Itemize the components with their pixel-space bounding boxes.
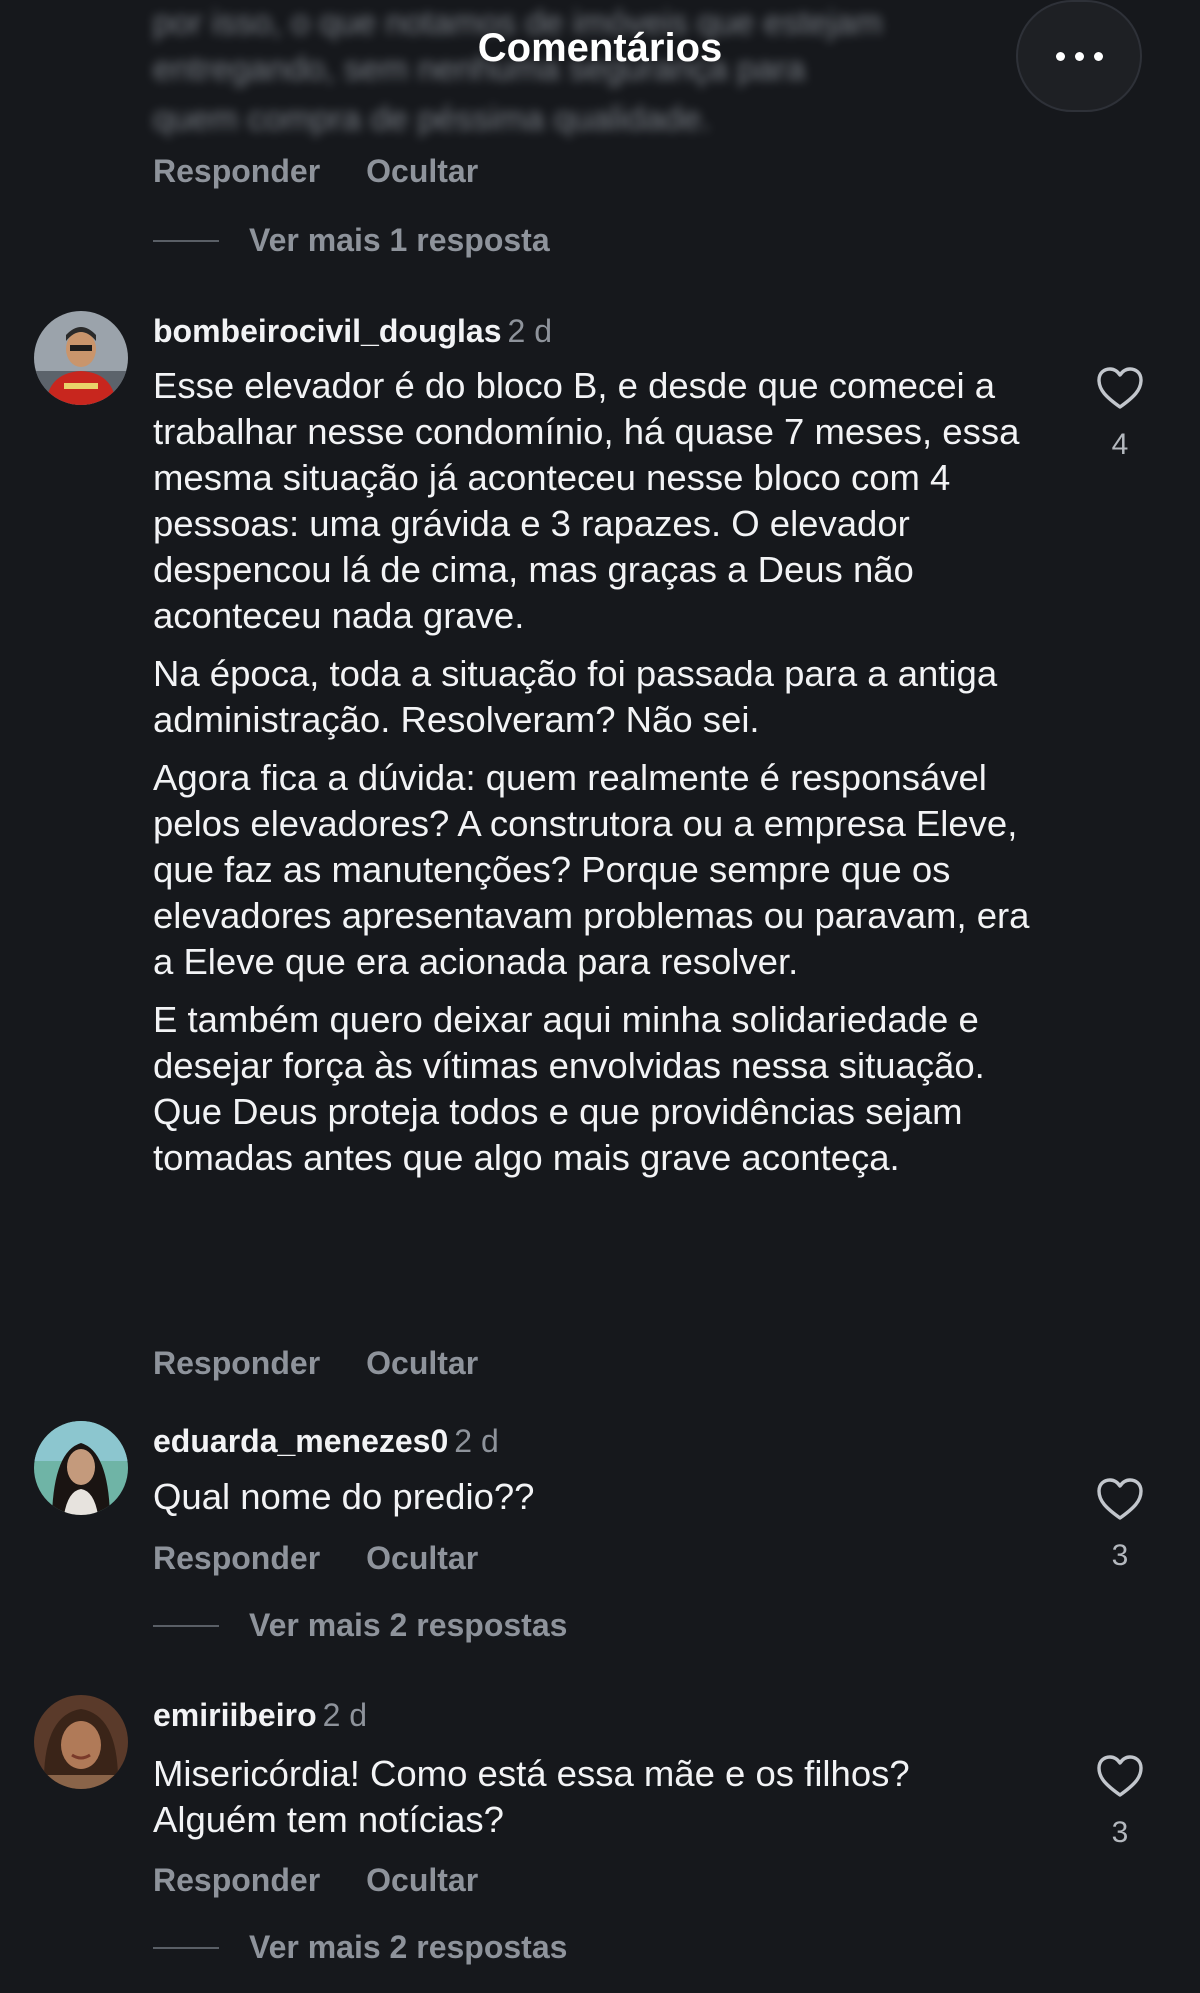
view-replies-button[interactable]: Ver mais 2 respostas [153, 1929, 567, 1966]
heart-icon [1097, 1478, 1143, 1520]
comment-paragraph: Misericórdia! Como está essa mãe e os fi… [153, 1753, 910, 1840]
comment-paragraph: Esse elevador é do bloco B, e desde que … [153, 365, 1020, 636]
heart-icon [1097, 367, 1143, 409]
comment-actions: Responder Ocultar [153, 1862, 524, 1899]
comment-text: Misericórdia! Como está essa mãe e os fi… [153, 1751, 1033, 1855]
comment-text: Esse elevador é do bloco B, e desde que … [153, 363, 1033, 1193]
previous-comment-actions: Responder Ocultar [153, 153, 524, 190]
more-options-button[interactable] [1016, 0, 1142, 112]
hide-button[interactable]: Ocultar [366, 1862, 478, 1898]
hide-button[interactable]: Ocultar [366, 1540, 478, 1576]
comment-header: emiriibeiro 2 d [153, 1697, 367, 1734]
comment-paragraph: Qual nome do predio?? [153, 1476, 535, 1517]
like-button[interactable]: 3 [1096, 1477, 1144, 1573]
avatar[interactable] [34, 1695, 128, 1789]
timestamp: 2 d [454, 1423, 499, 1459]
reply-button[interactable]: Responder [153, 153, 320, 189]
view-replies-button[interactable]: Ver mais 1 resposta [153, 222, 550, 259]
comment-paragraph: Agora fica a dúvida: quem realmente é re… [153, 757, 1030, 982]
view-replies-label: Ver mais 1 resposta [249, 222, 550, 258]
comment-text: Qual nome do predio?? [153, 1474, 1033, 1532]
view-replies-label: Ver mais 2 respostas [249, 1929, 568, 1965]
reply-button[interactable]: Responder [153, 1540, 320, 1576]
previous-comment-text: por isso, o que notamos de imóveis que e… [153, 0, 973, 142]
hide-button[interactable]: Ocultar [366, 153, 478, 189]
comment-paragraph: E também quero deixar aqui minha solidar… [153, 999, 985, 1178]
username[interactable]: bombeirocivil_douglas [153, 313, 502, 349]
like-count: 3 [1111, 1816, 1129, 1849]
more-options-icon [1051, 51, 1108, 61]
heart-icon [1097, 1755, 1143, 1797]
like-count: 3 [1111, 1539, 1129, 1572]
view-replies-label: Ver mais 2 respostas [249, 1607, 568, 1643]
reply-button[interactable]: Responder [153, 1345, 320, 1381]
avatar[interactable] [34, 1421, 128, 1515]
view-replies-button[interactable]: Ver mais 2 respostas [153, 1607, 567, 1644]
username[interactable]: emiriibeiro [153, 1697, 317, 1733]
divider-line [153, 1946, 219, 1949]
timestamp: 2 d [507, 313, 552, 349]
comment-actions: Responder Ocultar [153, 1345, 524, 1382]
divider-line [153, 239, 219, 242]
comment-paragraph: Na época, toda a situação foi passada pa… [153, 653, 998, 740]
timestamp: 2 d [322, 1697, 368, 1733]
comment-header: bombeirocivil_douglas 2 d [153, 313, 552, 350]
comment-header: eduarda_menezes0 2 d [153, 1423, 499, 1460]
like-button[interactable]: 4 [1096, 366, 1144, 462]
hide-button[interactable]: Ocultar [366, 1345, 478, 1381]
reply-button[interactable]: Responder [153, 1862, 320, 1898]
previous-comment-line: quem compra de péssima qualidade. [153, 100, 711, 138]
comment-actions: Responder Ocultar [153, 1540, 524, 1577]
like-count: 4 [1111, 428, 1129, 461]
avatar[interactable] [34, 311, 128, 405]
divider-line [153, 1624, 219, 1627]
like-button[interactable]: 3 [1096, 1754, 1144, 1850]
username[interactable]: eduarda_menezes0 [153, 1423, 448, 1459]
